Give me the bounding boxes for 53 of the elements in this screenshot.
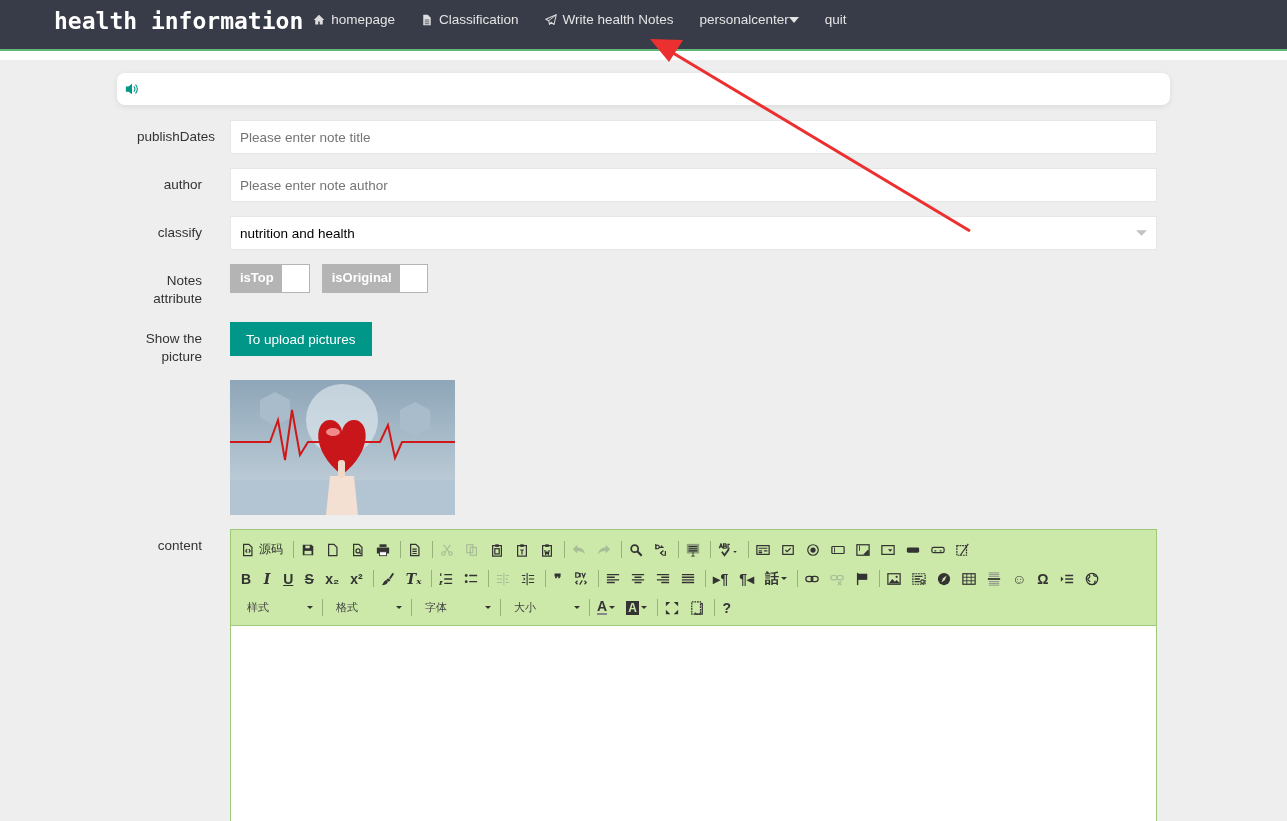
select-field[interactable]: nutrition and health — [230, 216, 1157, 250]
toolbar-button[interactable]: A — [593, 596, 620, 619]
caret-icon — [485, 606, 491, 609]
toolbar-button[interactable]: I — [258, 567, 277, 590]
toolbar-button[interactable]: Tₓ — [401, 567, 426, 590]
caret-icon — [574, 606, 580, 609]
nav-link[interactable]: Classification — [421, 12, 519, 27]
toolbar-dropdown[interactable]: 样式 — [237, 600, 319, 615]
toolbar-button[interactable]: ▸¶ — [709, 567, 733, 590]
source-icon — [241, 542, 255, 557]
toolbar-button[interactable]: x₂ — [321, 567, 344, 590]
toolbar-button[interactable]: ❞ — [549, 567, 568, 590]
nav-link[interactable]: Write health Notes — [544, 12, 674, 27]
upload-button[interactable]: To upload pictures — [230, 322, 372, 356]
field-label: classify — [156, 224, 203, 242]
text-field[interactable]: Please enter note title — [230, 120, 1157, 154]
nav-link[interactable]: personalcenter — [699, 12, 799, 27]
toolbar-button[interactable]: x² — [346, 567, 367, 590]
toolbar-button[interactable]: U — [279, 567, 298, 590]
site-logo[interactable]: health information — [54, 7, 304, 34]
field-label: content — [156, 537, 203, 555]
field-label: publishDates — [136, 128, 216, 146]
toolbar-button[interactable]: ? — [717, 596, 736, 619]
checkbox[interactable] — [399, 265, 427, 292]
toolbar-button[interactable]: S — [300, 567, 319, 590]
text-field[interactable]: Please enter note author — [230, 168, 1157, 202]
speaker-icon — [125, 82, 139, 96]
toolbar-button[interactable]: Ω — [1033, 567, 1053, 590]
caret-icon — [781, 577, 787, 580]
nav-link[interactable]: homepage — [313, 12, 396, 27]
checkbox[interactable] — [281, 265, 309, 292]
home-icon — [313, 13, 326, 26]
caret-icon — [1136, 230, 1147, 236]
document-icon — [421, 13, 434, 26]
toolbar-button[interactable]: ¶◂ — [735, 567, 758, 590]
toolbar-button[interactable]: ☺ — [1008, 567, 1031, 590]
nav-link[interactable]: quit — [824, 12, 847, 27]
toolbar-button[interactable]: 話 — [761, 567, 791, 590]
caret-icon — [640, 606, 647, 609]
paper-plane-icon — [544, 13, 557, 26]
toolbar-dropdown[interactable]: 字体 — [415, 600, 497, 615]
toolbar-dropdown[interactable]: 大小 — [504, 600, 586, 615]
toolbar-button[interactable]: B — [237, 567, 256, 590]
toolbar-button[interactable]: A — [622, 596, 651, 619]
caret-icon — [307, 606, 313, 609]
field-label: Notes attribute — [152, 272, 203, 308]
caret-icon — [788, 16, 799, 23]
source-button[interactable]: 源码 — [237, 538, 287, 561]
field-label: author — [162, 176, 203, 194]
field-label: Show the picture — [144, 330, 203, 366]
caret-icon — [396, 606, 402, 609]
caret-icon — [609, 606, 616, 609]
toolbar-dropdown[interactable]: 格式 — [326, 600, 408, 615]
